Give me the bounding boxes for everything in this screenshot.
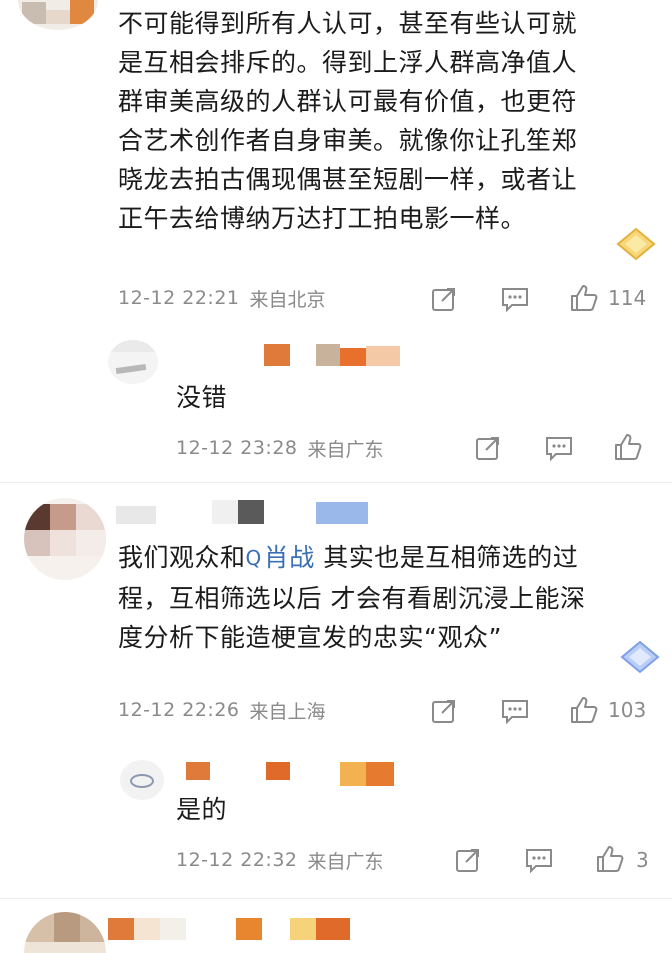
comment-location: 来自上海 [249,700,326,723]
comment-meta: 12-12 22:21 来自北京 [118,278,326,318]
username-mosaic[interactable] [108,918,134,940]
share-icon[interactable] [430,285,458,313]
comment-icon[interactable] [544,434,574,462]
reply-text: 是的 [176,795,228,824]
username-mosaic[interactable] [116,506,156,524]
reply-meta: 12-12 22:32 来自广东 [176,840,384,880]
reply-time: 12-12 23:28 [176,437,298,459]
comment-time: 12-12 22:21 [118,287,240,309]
like-icon[interactable] [568,282,600,314]
share-icon[interactable] [474,434,502,462]
comment-icon[interactable] [500,285,530,313]
fan-badge-icon [618,640,662,674]
comment-icon[interactable] [500,697,530,725]
like-count: 114 [608,286,647,310]
divider [0,482,672,483]
avatar[interactable] [108,340,158,384]
mention-link[interactable]: Q肖战 [246,543,315,572]
fan-badge-icon [614,226,658,262]
avatar[interactable] [24,912,106,953]
like-count: 3 [636,848,649,872]
comment-text: 不可能得到所有人认可，甚至有些认可就 是互相会排斥的。得到上浮人群高净值人 群审… [118,9,578,233]
comment-time: 12-12 22:26 [118,699,240,721]
reply-location: 来自广东 [307,438,384,461]
comment-location: 来自北京 [249,288,326,311]
divider [0,898,672,899]
like-icon[interactable] [612,431,644,463]
comment-meta: 12-12 22:26 来自上海 [118,690,326,730]
like-icon[interactable] [568,694,600,726]
like-count: 103 [608,698,647,722]
avatar[interactable] [18,0,98,30]
reply-text: 没错 [176,383,228,412]
username-mosaic[interactable] [264,344,290,366]
comment-text: 我们观众和Q肖战 其实也是互相筛选的过 程，互相筛选以后 才会有看剧沉浸上能深 … [118,538,658,657]
avatar[interactable] [24,498,106,580]
reply-location: 来自广东 [307,850,384,873]
reply-time: 12-12 22:32 [176,849,298,871]
username-mosaic[interactable] [186,762,210,780]
search-icon: Q [245,546,262,570]
like-icon[interactable] [594,843,626,875]
share-icon[interactable] [454,846,482,874]
share-icon[interactable] [430,697,458,725]
comment-icon[interactable] [524,846,554,874]
avatar[interactable] [120,760,164,800]
reply-meta: 12-12 23:28 来自广东 [176,428,384,468]
